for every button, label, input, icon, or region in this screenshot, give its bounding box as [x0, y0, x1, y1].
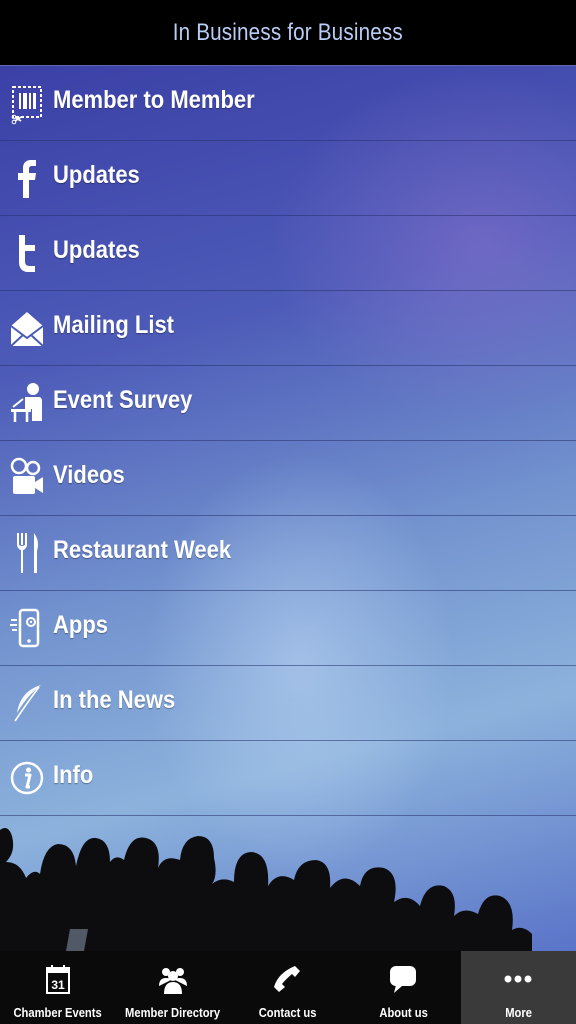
- menu-item-info[interactable]: Info: [0, 741, 576, 816]
- app-header: In Business for Business: [0, 0, 576, 65]
- tab-label: Chamber Events: [13, 1005, 102, 1020]
- phone-icon: [271, 960, 305, 998]
- menu-item-restaurant-week[interactable]: Restaurant Week: [0, 516, 576, 591]
- bottom-tab-bar: 31 Chamber Events Member Directory Conta…: [0, 951, 576, 1024]
- tab-label: Member Directory: [125, 1005, 221, 1020]
- tab-more[interactable]: More: [460, 951, 576, 1024]
- menu-item-label: Apps: [53, 611, 108, 639]
- video-camera-icon: [8, 453, 46, 503]
- mail-icon: [8, 303, 46, 353]
- calendar-icon: 31: [41, 960, 75, 998]
- tab-contact-us[interactable]: Contact us: [230, 951, 345, 1024]
- quill-icon: [8, 678, 46, 728]
- tab-chamber-events[interactable]: 31 Chamber Events: [0, 951, 115, 1024]
- menu-item-facebook-updates[interactable]: Updates: [0, 141, 576, 216]
- menu-item-label: Videos: [53, 461, 125, 489]
- menu-item-event-survey[interactable]: Event Survey: [0, 366, 576, 441]
- survey-person-icon: [8, 378, 46, 428]
- tab-label: About us: [378, 1005, 428, 1020]
- speech-bubble-icon: [386, 960, 420, 998]
- coupon-icon: [8, 78, 46, 128]
- menu-item-label: In the News: [53, 686, 176, 714]
- menu-item-in-the-news[interactable]: In the News: [0, 666, 576, 741]
- menu-item-mailing-list[interactable]: Mailing List: [0, 291, 576, 366]
- menu-item-label: Info: [53, 761, 94, 789]
- menu-item-member-to-member[interactable]: Member to Member: [0, 66, 576, 141]
- menu-item-twitter-updates[interactable]: Updates: [0, 216, 576, 291]
- tab-member-directory[interactable]: Member Directory: [115, 951, 230, 1024]
- menu-item-label: Event Survey: [53, 386, 193, 414]
- menu-item-apps[interactable]: Apps: [0, 591, 576, 666]
- menu-item-label: Updates: [53, 236, 140, 264]
- info-icon: [8, 753, 46, 803]
- mobile-app-icon: [8, 603, 46, 653]
- tab-label: More: [504, 1005, 532, 1020]
- twitter-icon: [8, 228, 46, 278]
- calendar-day: 31: [51, 978, 65, 992]
- more-dots-icon: [501, 960, 535, 998]
- menu-item-videos[interactable]: Videos: [0, 441, 576, 516]
- menu-item-label: Member to Member: [53, 86, 255, 114]
- menu-item-label: Restaurant Week: [53, 536, 232, 564]
- app-title: In Business for Business: [172, 18, 404, 46]
- audience-silhouette: [0, 828, 532, 951]
- facebook-icon: [8, 153, 46, 203]
- people-icon: [156, 960, 190, 998]
- menu-item-label: Mailing List: [53, 311, 174, 339]
- tab-label: Contact us: [259, 1005, 317, 1020]
- more-menu-list: Member to Member Updates Updates Mailing…: [0, 65, 576, 816]
- fork-knife-icon: [8, 528, 46, 578]
- tab-about-us[interactable]: About us: [346, 951, 461, 1024]
- menu-item-label: Updates: [53, 161, 140, 189]
